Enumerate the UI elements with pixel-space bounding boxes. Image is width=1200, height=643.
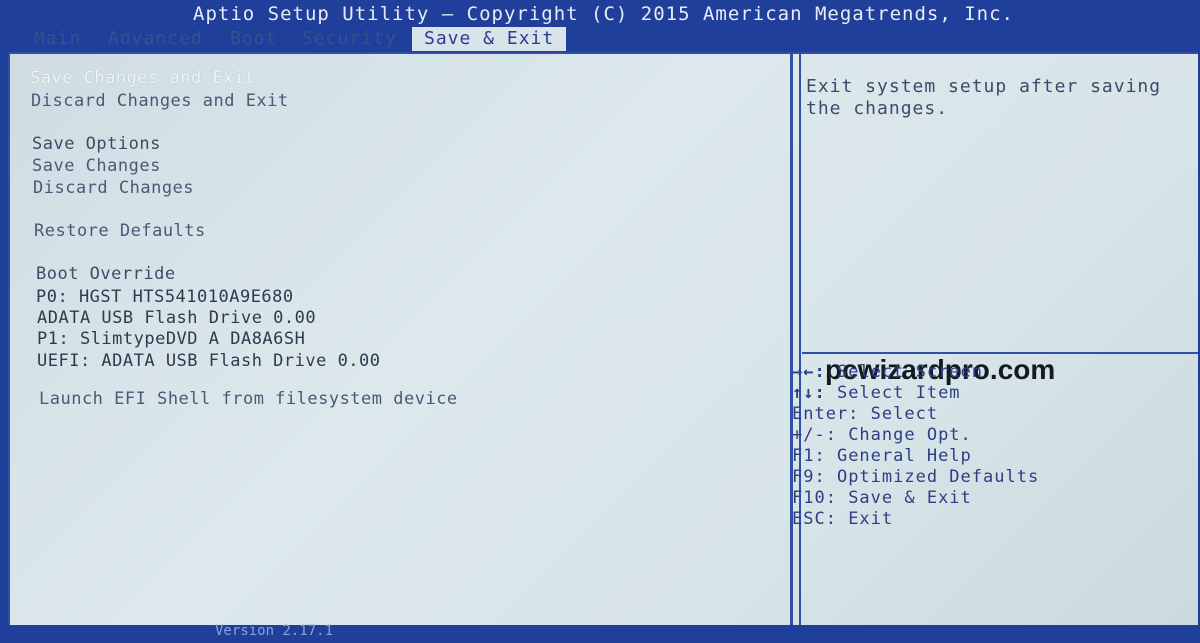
key-f1: F1: General Help xyxy=(792,446,972,466)
boot-device-uefi-adata[interactable]: UEFI: ADATA USB Flash Drive 0.00 xyxy=(37,351,381,371)
boot-device-p0[interactable]: P0: HGST HTS541010A9E680 xyxy=(36,287,294,307)
menu-item-discard-changes[interactable]: Discard Changes xyxy=(33,178,194,198)
panel-divider-inner xyxy=(799,54,801,626)
status-bar: Version 2.17.1 xyxy=(0,623,1200,643)
menu-item-restore-defaults[interactable]: Restore Defaults xyxy=(34,221,206,241)
panel-divider xyxy=(790,54,793,626)
arrows-ud-icon: ↑↓: xyxy=(792,383,826,403)
boot-device-adata-usb[interactable]: ADATA USB Flash Drive 0.00 xyxy=(37,308,316,328)
menu-item-save-changes[interactable]: Save Changes xyxy=(32,156,161,176)
setup-panel: Save Changes and Exit Discard Changes an… xyxy=(8,52,1198,626)
key-change-opt: +/-: Change Opt. xyxy=(792,425,972,445)
item-help-text: Exit system setup after saving the chang… xyxy=(806,76,1162,119)
menu-item-save-changes-and-exit[interactable]: Save Changes and Exit xyxy=(30,68,255,88)
key-enter: Enter: Select xyxy=(792,404,939,424)
boot-device-p1[interactable]: P1: SlimtypeDVD A DA8A6SH xyxy=(37,329,305,349)
key-f9: F9: Optimized Defaults xyxy=(792,467,1040,487)
key-esc: ESC: Exit xyxy=(792,509,894,529)
tab-boot[interactable]: Boot xyxy=(230,27,277,51)
section-boot-override: Boot Override xyxy=(36,264,176,284)
key-select-screen: →←: Select Screen xyxy=(792,362,984,382)
key-select-item: ↑↓: Select Item xyxy=(792,383,961,403)
app-title: Aptio Setup Utility – Copyright (C) 2015… xyxy=(193,3,1014,25)
version-text: Version 2.17.1 xyxy=(215,623,334,639)
tab-advanced[interactable]: Advanced xyxy=(108,27,203,51)
menu-item-launch-efi-shell[interactable]: Launch EFI Shell from filesystem device xyxy=(39,389,458,409)
tab-main[interactable]: Main xyxy=(34,27,81,51)
title-bar: Aptio Setup Utility – Copyright (C) 2015… xyxy=(0,0,1200,28)
tab-bar: Main Advanced Boot Security Save & Exit xyxy=(0,27,1200,51)
key-f10: F10: Save & Exit xyxy=(792,488,972,508)
tab-save-exit[interactable]: Save & Exit xyxy=(412,27,567,51)
section-save-options: Save Options xyxy=(32,134,161,154)
menu-item-discard-changes-and-exit[interactable]: Discard Changes and Exit xyxy=(31,91,289,111)
arrows-lr-icon: →←: xyxy=(792,362,826,382)
tab-security[interactable]: Security xyxy=(302,27,397,51)
